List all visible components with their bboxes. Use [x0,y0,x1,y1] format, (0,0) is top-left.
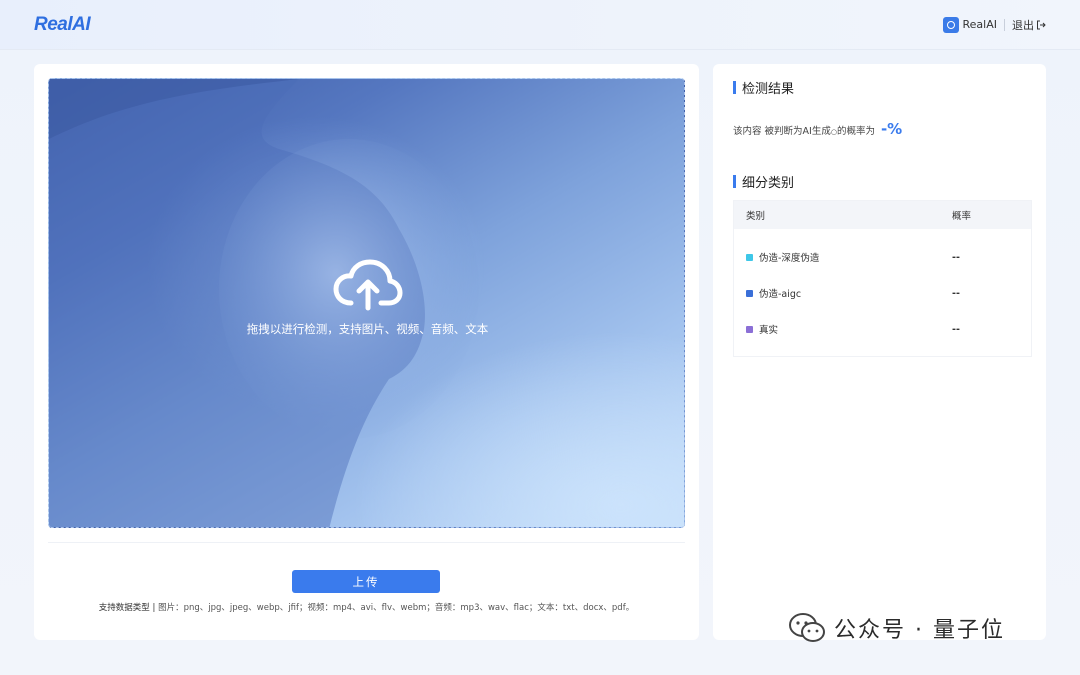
title-accent-bar [733,81,736,94]
upload-center: 拖拽以进行检测，支持图片、视频、音频、文本 [49,259,684,337]
formats-text: 图片：png、jpg、jpeg、webp、jfif；视频：mp4、avi、flv… [158,603,635,613]
col-category: 类别 [746,211,766,222]
category-value: -- [952,323,960,335]
logout-button[interactable]: 退出 [1012,17,1046,33]
top-bar: RealAI RealAI 退出 [0,0,1080,50]
table-body: 伪造-深度伪造 -- 伪造-aigc -- 真实 -- [734,239,1031,347]
logout-label: 退出 [1012,18,1034,32]
table-header: 类别 概率 [734,201,1031,229]
user-name[interactable]: RealAI [963,18,997,31]
result-suffix: 的概率为 [836,126,875,137]
brand-logo[interactable]: RealAI [34,14,91,36]
wechat-icon [789,613,825,642]
categories-title-text: 细分类别 [742,176,795,191]
category-color-dot [746,253,753,261]
categories-title: 细分类别 [733,172,794,191]
category-label: 伪造-aigc [759,289,802,300]
upload-hint: 拖拽以进行检测，支持图片、视频、音频、文本 [246,322,489,336]
col-probability: 概率 [952,211,972,222]
divider [1004,18,1005,31]
category-label: 真实 [759,325,779,336]
upload-dropzone[interactable]: 拖拽以进行检测，支持图片、视频、音频、文本 [48,78,685,528]
divider [48,542,685,543]
logout-icon [1037,20,1046,29]
user-area: RealAI 退出 [942,16,1046,33]
table-row: 伪造-深度伪造 -- [734,239,1031,275]
upload-panel: 拖拽以进行检测，支持图片、视频、音频、文本 上传 支持数据类型 | 图片：png… [34,64,699,640]
cloud-upload-icon[interactable] [333,259,403,311]
watermark: 公众号 · 量子位 [788,612,1005,644]
category-color-dot [746,325,753,333]
table-row: 真实 -- [734,311,1031,347]
result-title-text: 检测结果 [742,82,795,97]
category-table: 类别 概率 伪造-深度伪造 -- 伪造-aigc -- 真实 -- [733,200,1032,357]
category-value: -- [952,251,960,263]
category-color-dot [746,289,753,297]
supported-formats: 支持数据类型 | 图片：png、jpg、jpeg、webp、jfif；视频：mp… [34,601,699,613]
formats-label: 支持数据类型 | [98,603,156,613]
table-row: 伪造-aigc -- [734,275,1031,311]
category-value: -- [952,287,960,299]
result-title: 检测结果 [733,78,794,97]
result-summary: 该内容 被判断为AI生成 ○ 的概率为 -% [733,120,902,138]
result-prefix: 该内容 被判断为AI生成 [733,126,831,137]
result-panel: 检测结果 该内容 被判断为AI生成 ○ 的概率为 -% 细分类别 类别 概率 伪… [713,64,1046,640]
result-percent: -% [880,120,903,138]
avatar[interactable] [942,16,959,33]
title-accent-bar [733,175,736,188]
upload-button[interactable]: 上传 [292,570,440,593]
category-label: 伪造-深度伪造 [759,253,820,264]
watermark-text: 公众号 · 量子位 [834,618,1005,643]
